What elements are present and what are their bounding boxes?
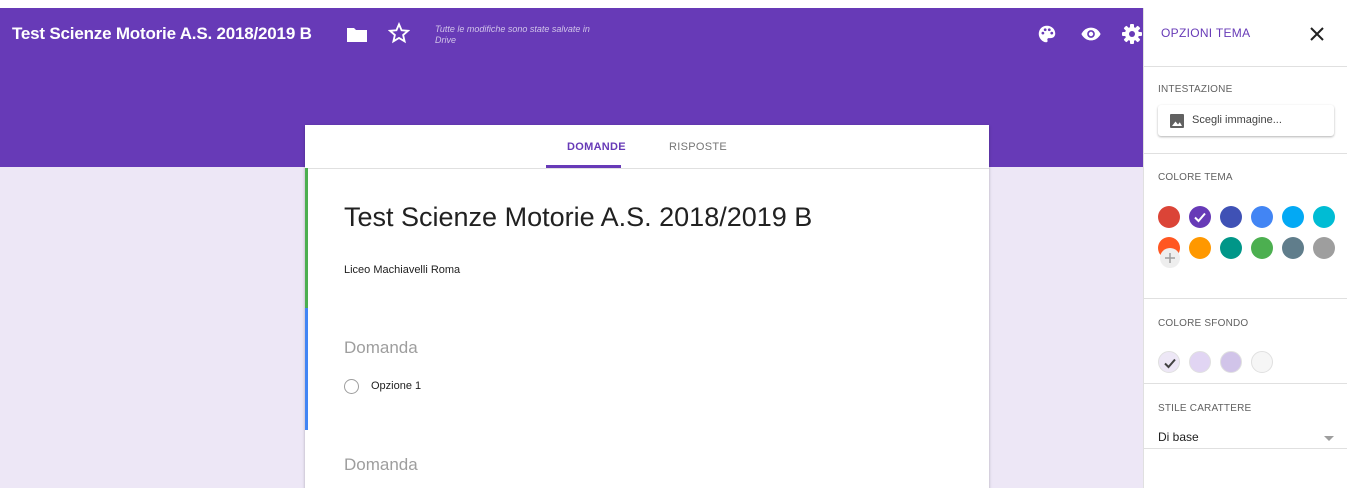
theme-color-swatch[interactable] <box>1158 206 1180 228</box>
panel-title: OPZIONI TEMA <box>1161 26 1251 40</box>
theme-color-label: COLORE TEMA <box>1158 172 1233 183</box>
folder-icon[interactable] <box>347 26 367 42</box>
question-card[interactable]: Domanda Opzione 1 <box>305 308 989 430</box>
dropdown-arrow-icon[interactable] <box>1324 436 1334 441</box>
theme-color-swatch[interactable] <box>1251 237 1273 259</box>
tab-bar: DOMANDE RISPOSTE <box>305 125 989 169</box>
form-card: DOMANDE RISPOSTE Test Scienze Motorie A.… <box>305 125 989 488</box>
plus-icon <box>1165 253 1175 263</box>
theme-color-section: COLORE TEMA <box>1144 153 1347 299</box>
theme-color-swatch[interactable] <box>1282 237 1304 259</box>
star-icon[interactable] <box>388 22 410 44</box>
gear-icon[interactable] <box>1120 22 1144 46</box>
font-style-label: STILE CARATTERE <box>1158 403 1252 414</box>
header-image-section: INTESTAZIONE Scegli immagine... <box>1144 66 1347 154</box>
palette-icon[interactable] <box>1036 23 1058 45</box>
background-color-swatch[interactable] <box>1158 351 1180 373</box>
background-color-swatch[interactable] <box>1220 351 1242 373</box>
tab-responses[interactable]: RISPOSTE <box>669 141 727 153</box>
background-color-section: COLORE SFONDO <box>1144 298 1347 384</box>
panel-header: OPZIONI TEMA <box>1144 8 1347 67</box>
background-color-swatch[interactable] <box>1251 351 1273 373</box>
theme-color-swatch[interactable] <box>1189 206 1211 228</box>
theme-color-swatch[interactable] <box>1189 237 1211 259</box>
choose-image-label: Scegli immagine... <box>1192 114 1282 126</box>
background-color-label: COLORE SFONDO <box>1158 318 1249 329</box>
radio-button[interactable] <box>344 379 359 394</box>
font-style-section: STILE CARATTERE Di base <box>1144 383 1347 449</box>
tab-questions[interactable]: DOMANDE <box>567 141 626 153</box>
option-label[interactable]: Opzione 1 <box>371 380 421 392</box>
forms-editor: Test Scienze Motorie A.S. 2018/2019 B Tu… <box>0 8 1347 488</box>
theme-color-swatch[interactable] <box>1220 206 1242 228</box>
form-description[interactable]: Liceo Machiavelli Roma <box>344 264 460 276</box>
close-icon[interactable] <box>1308 25 1326 43</box>
theme-color-swatch[interactable] <box>1220 237 1242 259</box>
choose-image-button[interactable]: Scegli immagine... <box>1158 105 1334 136</box>
theme-color-swatch[interactable] <box>1313 237 1335 259</box>
question-title[interactable]: Domanda <box>344 338 418 358</box>
theme-color-swatch[interactable] <box>1251 206 1273 228</box>
top-bar: Test Scienze Motorie A.S. 2018/2019 B Tu… <box>0 8 1143 64</box>
form-header-section[interactable]: Test Scienze Motorie A.S. 2018/2019 B Li… <box>305 168 989 308</box>
font-style-select[interactable]: Di base <box>1158 430 1199 444</box>
form-title[interactable]: Test Scienze Motorie A.S. 2018/2019 B <box>344 202 812 233</box>
save-status: Tutte le modifiche sono state salvate in… <box>435 24 590 45</box>
question-title-2[interactable]: Domanda <box>344 455 418 475</box>
header-image-label: INTESTAZIONE <box>1158 84 1233 95</box>
document-title[interactable]: Test Scienze Motorie A.S. 2018/2019 B <box>12 24 312 44</box>
check-icon <box>1164 358 1176 369</box>
add-custom-color-button[interactable] <box>1160 248 1180 268</box>
image-icon <box>1170 114 1184 128</box>
eye-icon[interactable] <box>1080 23 1102 45</box>
theme-color-swatch[interactable] <box>1282 206 1304 228</box>
background-color-swatch[interactable] <box>1189 351 1211 373</box>
check-icon <box>1194 212 1206 223</box>
theme-options-panel: OPZIONI TEMA INTESTAZIONE Scegli immagin… <box>1143 8 1347 488</box>
theme-color-swatch[interactable] <box>1313 206 1335 228</box>
